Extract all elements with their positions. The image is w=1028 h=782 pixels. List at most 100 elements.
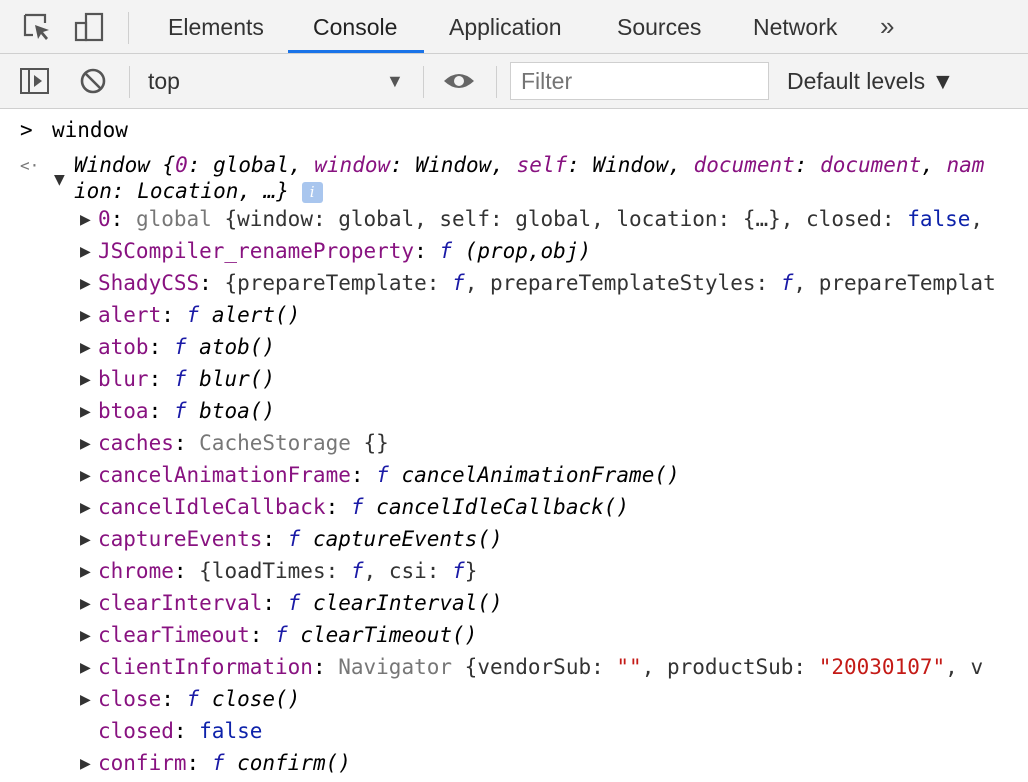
property-value-part: {} bbox=[350, 431, 389, 455]
property-value-part: } bbox=[464, 559, 478, 583]
property-key: clientInformation bbox=[98, 655, 313, 679]
property-value-part: , prepareTemplateStyles: bbox=[464, 271, 781, 295]
tab-console[interactable]: Console bbox=[311, 0, 399, 54]
expand-triangle-icon[interactable]: ▶ bbox=[80, 436, 91, 452]
expand-triangle-icon[interactable]: ▶ bbox=[80, 532, 91, 548]
context-selector[interactable]: top bbox=[148, 54, 180, 108]
property-row[interactable]: alert: f alert() bbox=[98, 303, 300, 327]
property-value-part: (prop,obj) bbox=[452, 239, 592, 263]
property-row[interactable]: caches: CacheStorage {} bbox=[98, 431, 389, 455]
expand-triangle-icon[interactable]: ▶ bbox=[80, 596, 91, 612]
property-row[interactable]: confirm: f confirm() bbox=[98, 751, 351, 775]
expand-triangle-icon[interactable]: ▶ bbox=[80, 212, 91, 228]
clear-console-icon[interactable] bbox=[76, 64, 110, 98]
input-prompt-icon: > bbox=[20, 118, 33, 142]
tab-elements[interactable]: Elements bbox=[166, 0, 266, 54]
property-row[interactable]: cancelAnimationFrame: f cancelAnimationF… bbox=[98, 463, 680, 487]
default-levels-dropdown[interactable]: Default levels ▼ bbox=[787, 54, 954, 108]
property-value-part: , bbox=[970, 207, 984, 231]
property-value-part: f bbox=[275, 623, 288, 647]
expand-triangle-icon[interactable]: ▶ bbox=[80, 628, 91, 644]
property-row[interactable]: clearTimeout: f clearTimeout() bbox=[98, 623, 477, 647]
property-value-part: false bbox=[907, 207, 971, 231]
property-value-part: clearInterval() bbox=[300, 591, 503, 615]
expand-triangle-icon[interactable]: ▶ bbox=[80, 692, 91, 708]
property-key: 0 bbox=[98, 207, 111, 231]
expand-triangle-icon[interactable]: ▶ bbox=[80, 308, 91, 324]
tab-network[interactable]: Network bbox=[751, 0, 839, 54]
expand-triangle-icon[interactable]: ▶ bbox=[80, 756, 91, 772]
property-value-part: false bbox=[199, 719, 263, 743]
property-key: JSCompiler_renameProperty bbox=[98, 239, 415, 263]
tab-bar-divider bbox=[128, 12, 129, 44]
expand-triangle-icon[interactable]: ▶ bbox=[80, 564, 91, 580]
property-row[interactable]: JSCompiler_renameProperty: f (prop,obj) bbox=[98, 239, 591, 263]
device-toolbar-icon[interactable] bbox=[72, 10, 106, 44]
expand-triangle-icon[interactable]: ▶ bbox=[80, 340, 91, 356]
property-row[interactable]: captureEvents: f captureEvents() bbox=[98, 527, 503, 551]
property-value-part: Navigator bbox=[338, 655, 453, 679]
property-value-part: , v bbox=[945, 655, 984, 679]
property-key: clearInterval bbox=[98, 591, 263, 615]
more-tabs-button[interactable]: » bbox=[880, 0, 894, 54]
property-value-part: btoa() bbox=[186, 399, 276, 423]
filter-input[interactable] bbox=[510, 62, 769, 100]
property-value-part: "" bbox=[616, 655, 642, 679]
property-row[interactable]: chrome: {loadTimes: f, csi: f} bbox=[98, 559, 477, 583]
property-row[interactable]: close: f close() bbox=[98, 687, 300, 711]
property-key: ShadyCSS bbox=[98, 271, 200, 295]
property-key: cancelAnimationFrame bbox=[98, 463, 351, 487]
console-output: > window <· ▼ Window {0: global, window:… bbox=[0, 110, 1028, 782]
info-icon[interactable]: i bbox=[301, 181, 323, 203]
property-value-part: , csi: bbox=[363, 559, 453, 583]
property-row[interactable]: btoa: f btoa() bbox=[98, 399, 275, 423]
property-value-part: {loadTimes: bbox=[199, 559, 351, 583]
property-key: atob bbox=[98, 335, 149, 359]
property-key: captureEvents bbox=[98, 527, 263, 551]
property-row[interactable]: cancelIdleCallback: f cancelIdleCallback… bbox=[98, 495, 629, 519]
property-value-part: f bbox=[439, 239, 453, 263]
property-key: confirm bbox=[98, 751, 187, 775]
expand-triangle-icon[interactable]: ▶ bbox=[80, 660, 91, 676]
property-row[interactable]: 0: global {window: global, self: global,… bbox=[98, 207, 983, 231]
property-value-part: captureEvents() bbox=[300, 527, 503, 551]
expand-triangle-icon[interactable]: ▶ bbox=[80, 468, 91, 484]
live-expression-eye-icon[interactable] bbox=[442, 64, 476, 98]
active-tab-indicator bbox=[288, 50, 424, 53]
property-value-part: f bbox=[350, 559, 364, 583]
property-row[interactable]: atob: f atob() bbox=[98, 335, 275, 359]
property-value-part: close() bbox=[199, 687, 301, 711]
expand-triangle-icon[interactable]: ▶ bbox=[80, 276, 91, 292]
property-value-part: {vendorSub: bbox=[452, 655, 617, 679]
property-value-part: f bbox=[376, 463, 389, 487]
expand-triangle-icon[interactable]: ▶ bbox=[80, 404, 91, 420]
expand-triangle-icon[interactable]: ▶ bbox=[80, 244, 91, 260]
property-value-part: cancelIdleCallback() bbox=[363, 495, 630, 519]
tab-application[interactable]: Application bbox=[447, 0, 564, 54]
console-toolbar: top ▼ Default levels ▼ bbox=[0, 54, 1028, 109]
console-input-line[interactable]: window bbox=[52, 118, 128, 142]
expand-triangle-down-icon[interactable]: ▼ bbox=[54, 172, 65, 188]
show-sidebar-icon[interactable] bbox=[18, 64, 52, 98]
property-row[interactable]: ShadyCSS: {prepareTemplate: f, prepareTe… bbox=[98, 271, 996, 295]
devtools-tab-bar: Elements Console Application Sources Net… bbox=[0, 0, 1028, 54]
property-row[interactable]: clientInformation: Navigator {vendorSub:… bbox=[98, 655, 983, 679]
property-row[interactable]: clearInterval: f clearInterval() bbox=[98, 591, 503, 615]
toolbar-divider bbox=[496, 66, 497, 98]
window-summary-line-2: ion: Location, …} i bbox=[74, 179, 323, 203]
property-key: chrome bbox=[98, 559, 174, 583]
property-value-part: f bbox=[173, 335, 187, 359]
expand-triangle-icon[interactable]: ▶ bbox=[80, 500, 91, 516]
property-row[interactable]: closed: false bbox=[98, 719, 262, 743]
property-value-part: f bbox=[780, 271, 794, 295]
window-summary-line[interactable]: Window {0: global, window: Window, self:… bbox=[74, 153, 984, 177]
inspect-element-icon[interactable] bbox=[20, 10, 54, 44]
property-value-part: f bbox=[173, 367, 187, 391]
expand-triangle-icon[interactable]: ▶ bbox=[80, 372, 91, 388]
toolbar-divider bbox=[423, 66, 424, 98]
tab-sources[interactable]: Sources bbox=[615, 0, 703, 54]
property-value-part: f bbox=[186, 687, 200, 711]
property-row[interactable]: blur: f blur() bbox=[98, 367, 275, 391]
context-dropdown-arrow-icon[interactable]: ▼ bbox=[386, 54, 404, 108]
property-value-part: global bbox=[135, 207, 212, 231]
